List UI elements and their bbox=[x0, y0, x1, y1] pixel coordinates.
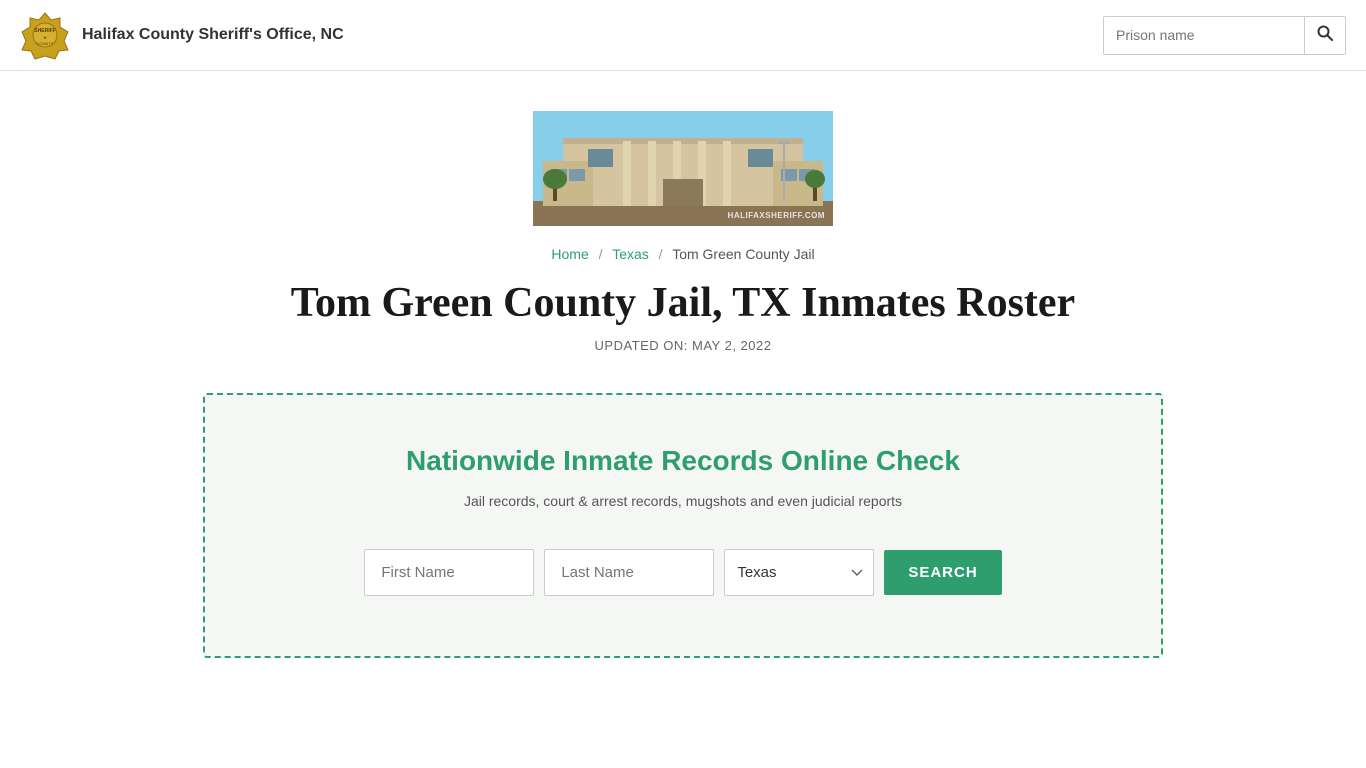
inmate-search-panel: Nationwide Inmate Records Online Check J… bbox=[203, 393, 1163, 658]
breadcrumb-separator-1: / bbox=[599, 246, 603, 262]
updated-date: UPDATED ON: MAY 2, 2022 bbox=[203, 338, 1163, 353]
inmate-search-form: AlabamaAlaskaArizonaArkansasCaliforniaCo… bbox=[245, 549, 1121, 596]
panel-title: Nationwide Inmate Records Online Check bbox=[245, 445, 1121, 477]
site-title: Halifax County Sheriff's Office, NC bbox=[82, 26, 344, 44]
jail-image: HALIFAXSHERIFF.COM bbox=[533, 111, 833, 226]
panel-subtitle: Jail records, court & arrest records, mu… bbox=[245, 493, 1121, 509]
last-name-input[interactable] bbox=[544, 549, 714, 596]
svg-text:COUNTY: COUNTY bbox=[37, 41, 54, 46]
state-select[interactable]: AlabamaAlaskaArizonaArkansasCaliforniaCo… bbox=[724, 549, 874, 596]
page-title: Tom Green County Jail, TX Inmates Roster bbox=[203, 278, 1163, 328]
first-name-input[interactable] bbox=[364, 549, 534, 596]
header-search-box[interactable] bbox=[1103, 16, 1346, 55]
breadcrumb-separator-2: / bbox=[659, 246, 663, 262]
sheriff-badge-icon: SHERIFF ★ COUNTY bbox=[20, 10, 70, 60]
svg-text:★: ★ bbox=[43, 35, 47, 40]
header-search-button[interactable] bbox=[1304, 17, 1345, 54]
breadcrumb-state-link[interactable]: Texas bbox=[612, 246, 649, 262]
header-left: SHERIFF ★ COUNTY Halifax County Sheriff'… bbox=[20, 10, 344, 60]
main-content: HALIFAXSHERIFF.COM Home / Texas / Tom Gr… bbox=[183, 71, 1183, 698]
header-search-input[interactable] bbox=[1104, 19, 1304, 51]
breadcrumb-current: Tom Green County Jail bbox=[672, 246, 814, 262]
svg-text:SHERIFF: SHERIFF bbox=[34, 28, 55, 34]
breadcrumb: Home / Texas / Tom Green County Jail bbox=[203, 246, 1163, 262]
search-icon bbox=[1317, 25, 1333, 41]
site-header: SHERIFF ★ COUNTY Halifax County Sheriff'… bbox=[0, 0, 1366, 71]
image-watermark: HALIFAXSHERIFF.COM bbox=[728, 211, 825, 220]
breadcrumb-home-link[interactable]: Home bbox=[551, 246, 588, 262]
search-button[interactable]: SEARCH bbox=[884, 550, 1001, 595]
